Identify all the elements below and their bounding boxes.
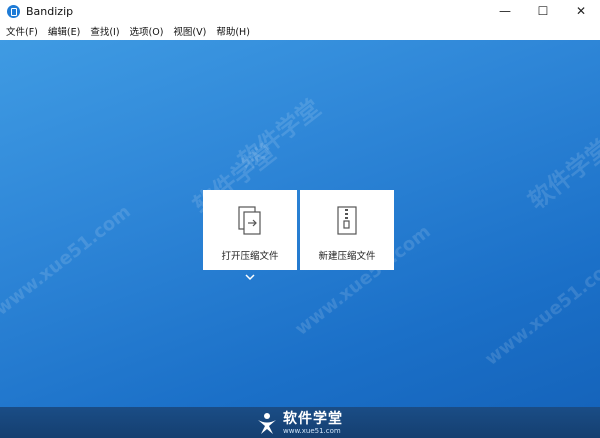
menu-options[interactable]: 选项(O) (125, 24, 169, 38)
open-archive-card[interactable]: 打开压缩文件 (203, 190, 297, 270)
menu-file[interactable]: 文件(F) (0, 24, 43, 38)
watermark-text: 软件学堂 (523, 133, 600, 216)
site-logo-icon (258, 413, 276, 434)
window-controls: — ☐ ✕ (486, 0, 600, 22)
open-archive-icon (238, 206, 261, 235)
menu-help[interactable]: 帮助(H) (211, 24, 255, 38)
menu-find[interactable]: 查找(I) (85, 24, 124, 38)
menu-view[interactable]: 视图(V) (168, 24, 211, 38)
maximize-button[interactable]: ☐ (524, 0, 562, 22)
title-bar: Bandizip — ☐ ✕ (0, 0, 600, 22)
site-logo: 软件学堂 www.xue51.com (255, 411, 343, 435)
minimize-button[interactable]: — (486, 0, 524, 22)
window-title: Bandizip (26, 4, 74, 18)
new-archive-icon (337, 206, 357, 235)
bandizip-app-icon (7, 4, 20, 18)
main-area: www.xue51.com 软件学堂 www.xue51.com 软件学堂 软件… (0, 40, 600, 407)
watermark-text: www.xue51.com (0, 201, 135, 320)
menu-bar: 文件(F) 编辑(E) 查找(I) 选项(O) 视图(V) 帮助(H) (0, 22, 600, 41)
chevron-down-icon[interactable] (244, 273, 256, 281)
watermark-text: 软件学堂 (233, 93, 326, 176)
watermark-text: www.xue51.com (481, 251, 600, 370)
new-archive-card[interactable]: 新建压缩文件 (300, 190, 394, 270)
site-logo-url: www.xue51.com (283, 426, 341, 435)
close-button[interactable]: ✕ (562, 0, 600, 22)
menu-edit[interactable]: 编辑(E) (43, 24, 85, 38)
new-archive-label: 新建压缩文件 (318, 251, 376, 262)
open-archive-label: 打开压缩文件 (221, 251, 279, 262)
site-logo-text: 软件学堂 (283, 410, 343, 427)
